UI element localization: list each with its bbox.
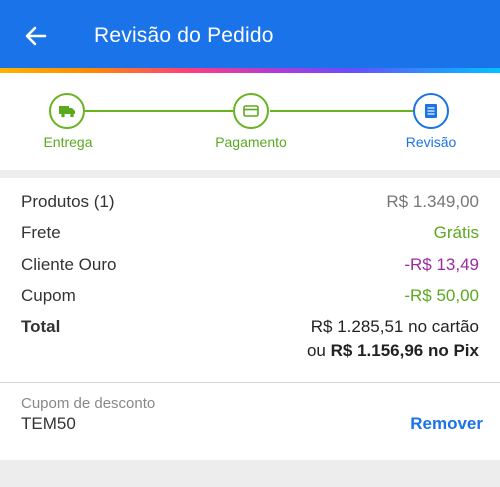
truck-icon bbox=[59, 106, 75, 118]
products-value: R$ 1.349,00 bbox=[386, 192, 479, 211]
page-title: Revisão do Pedido bbox=[94, 24, 274, 47]
total-pix-value: R$ 1.156,96 no Pix bbox=[330, 341, 479, 360]
coupon-value: -R$ 50,00 bbox=[404, 286, 479, 305]
card-icon bbox=[243, 105, 259, 117]
shipping-label: Frete bbox=[21, 223, 61, 242]
summary-row-shipping: Frete Grátis bbox=[21, 223, 479, 247]
step-label-entrega: Entrega bbox=[43, 134, 93, 150]
total-card-value: R$ 1.285,51 bbox=[310, 317, 404, 336]
step-pagamento[interactable] bbox=[233, 93, 269, 129]
total-card-line: R$ 1.285,51 no cartão bbox=[311, 317, 479, 337]
coupon-section-label: Cupom de desconto bbox=[21, 395, 156, 412]
receipt-icon bbox=[425, 104, 437, 118]
step-entrega[interactable] bbox=[49, 93, 85, 129]
products-label: Produtos (1) bbox=[21, 192, 115, 211]
order-summary: Produtos (1) R$ 1.349,00 Frete Grátis Cl… bbox=[0, 178, 500, 382]
coupon-code: TEM50 bbox=[21, 414, 76, 433]
checkout-stepper: Entrega Pagamento Revisão bbox=[0, 73, 500, 170]
gold-label: Cliente Ouro bbox=[21, 255, 117, 274]
total-pix-line: ou R$ 1.156,96 no Pix bbox=[307, 341, 479, 361]
total-pix-prefix: ou bbox=[306, 341, 326, 360]
step-label-pagamento: Pagamento bbox=[215, 134, 287, 150]
total-card-suffix: no cartão bbox=[408, 317, 479, 336]
app-bar: Revisão do Pedido bbox=[0, 0, 500, 68]
coupon-section: Cupom de desconto TEM50 Remover bbox=[0, 382, 500, 460]
arrow-left-icon[interactable] bbox=[22, 22, 50, 50]
gold-value: -R$ 13,49 bbox=[404, 255, 479, 274]
coupon-label: Cupom bbox=[21, 286, 76, 305]
summary-row-products: Produtos (1) R$ 1.349,00 bbox=[21, 192, 479, 216]
summary-row-coupon: Cupom -R$ 50,00 bbox=[21, 286, 479, 310]
step-label-revisao: Revisão bbox=[405, 134, 457, 150]
shipping-value: Grátis bbox=[433, 223, 479, 242]
stepper-line-1 bbox=[85, 110, 233, 112]
stepper-line-2 bbox=[270, 110, 413, 112]
summary-row-gold-discount: Cliente Ouro -R$ 13,49 bbox=[21, 255, 479, 279]
step-revisao[interactable] bbox=[413, 93, 449, 129]
remove-coupon-button[interactable]: Remover bbox=[410, 414, 483, 434]
total-label: Total bbox=[21, 317, 61, 336]
